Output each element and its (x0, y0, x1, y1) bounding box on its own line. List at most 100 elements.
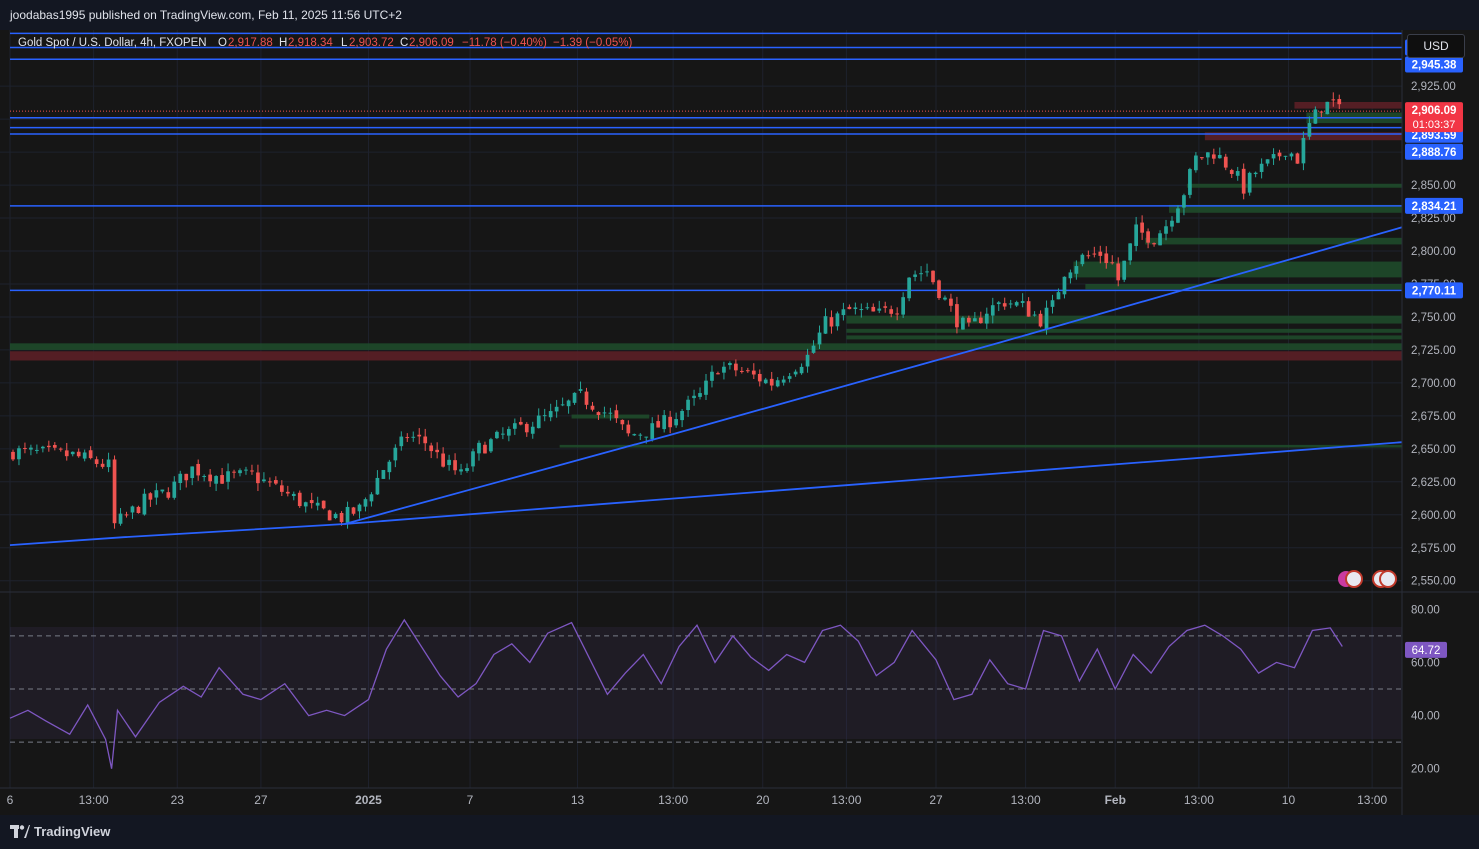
candle-body (339, 512, 344, 523)
candle-body (506, 429, 511, 436)
candle-body (1217, 154, 1222, 159)
candle-body (112, 459, 117, 524)
candle-body (291, 493, 296, 496)
candle-body (23, 448, 27, 450)
candle-body (1044, 307, 1049, 329)
candle-body (602, 412, 607, 414)
candle-body (656, 421, 661, 428)
chart-canvas[interactable]: 2,550.00 2,575.00 2,600.00 2,625.00 2,650.00… (0, 30, 1479, 815)
demand-zone (1186, 183, 1402, 188)
candle-body (787, 376, 792, 379)
candle-body (1337, 99, 1342, 105)
candle-body (1325, 101, 1330, 115)
candle-body (1307, 123, 1312, 137)
candle-body (1122, 260, 1127, 280)
candle-body (1265, 159, 1270, 164)
candle-body (447, 459, 451, 466)
legend-o-label: O (218, 37, 227, 49)
candle-body (130, 506, 135, 513)
candle-body (1116, 263, 1121, 281)
candle-body (1098, 251, 1103, 256)
candle-body (232, 471, 236, 473)
candle-body (1176, 208, 1180, 223)
candle-body (256, 472, 260, 484)
candle-body (608, 412, 613, 414)
candle-body (662, 415, 667, 430)
demand-zone (846, 315, 1402, 324)
candle-body (626, 424, 631, 434)
candle-body (405, 437, 410, 439)
rsi-value-label: 64.72 (1412, 645, 1441, 657)
candle-body (739, 370, 744, 372)
candle-body (88, 450, 93, 459)
candle-body (1194, 155, 1198, 171)
candle-body (1092, 253, 1097, 255)
candle-body (560, 404, 565, 406)
candle-body (955, 304, 959, 328)
candle-body (596, 412, 601, 415)
candle-body (1205, 152, 1210, 158)
candle-body (1086, 255, 1091, 257)
candle-body (943, 297, 947, 300)
candle-body (262, 479, 266, 482)
candle-body (136, 506, 141, 514)
candle-body (811, 345, 816, 353)
price-tick-label: 2,575.00 (1411, 543, 1456, 555)
candle-body (190, 466, 195, 479)
candle-body (58, 448, 63, 450)
candle-body (1056, 292, 1061, 300)
candle-body (1014, 302, 1019, 306)
candle-body (871, 306, 876, 312)
candle-body (495, 431, 499, 439)
candle-body (399, 436, 404, 447)
candle-body (698, 393, 702, 397)
candle-body (297, 492, 302, 507)
time-tick-label: Feb (1105, 793, 1126, 807)
candle-body (29, 447, 33, 450)
tradingview-logo[interactable]: TradingView (10, 824, 110, 839)
candle-body (1313, 109, 1318, 124)
demand-zone (559, 444, 1402, 448)
candle-body (1277, 152, 1282, 157)
rsi-axis[interactable]: 20.00 40.00 60.00 80.00 64.72 (1405, 604, 1447, 776)
candle-body (632, 434, 637, 436)
candle-body (1200, 157, 1204, 159)
event-flags[interactable] (1338, 570, 1397, 588)
candle-body (901, 297, 906, 315)
candle-body (423, 436, 428, 444)
candle-body (1235, 171, 1240, 176)
candle-body (680, 410, 684, 421)
candle-body (835, 313, 840, 327)
us-flag-icon[interactable] (1345, 570, 1363, 588)
candle-body (686, 399, 690, 411)
candle-body (154, 490, 159, 498)
time-axis[interactable]: 6 13:00 23 27 2025 7 13 13:00 20 13:00 27 13:00 Feb 1… (7, 793, 1388, 807)
currency-button[interactable]: USD (1407, 34, 1465, 58)
candle-body (1068, 272, 1073, 279)
legend-l-value: 2,903.72 (349, 37, 394, 49)
candle-body (220, 475, 224, 484)
candle-body (196, 463, 201, 476)
footer: TradingView (0, 815, 1479, 849)
candle-body (202, 476, 207, 478)
price-level-label: 2,945.38 (1412, 59, 1457, 71)
candle-body (160, 489, 165, 492)
candle-body (1050, 300, 1055, 307)
candle-body (1080, 254, 1085, 265)
price-tick-label: 2,825.00 (1411, 213, 1456, 225)
candle-body (1259, 163, 1264, 172)
candle-body (94, 459, 99, 464)
candle-body (536, 415, 541, 429)
us-flag-icon[interactable] (1379, 570, 1397, 588)
candle-body (1146, 231, 1150, 243)
candle-body (459, 469, 463, 472)
chart-area[interactable]: 2,550.00 2,575.00 2,600.00 2,625.00 2,650.00… (0, 30, 1479, 815)
publish-header: joodabas1995 published on TradingView.co… (0, 0, 1479, 30)
time-tick-label: 13 (571, 793, 585, 807)
candle-body (1134, 224, 1138, 246)
candle-body (244, 469, 248, 471)
trend-line[interactable] (9, 441, 1402, 546)
candle-body (1289, 153, 1294, 157)
rsi-tick-label: 40.00 (1411, 711, 1440, 723)
candle-body (931, 270, 935, 283)
